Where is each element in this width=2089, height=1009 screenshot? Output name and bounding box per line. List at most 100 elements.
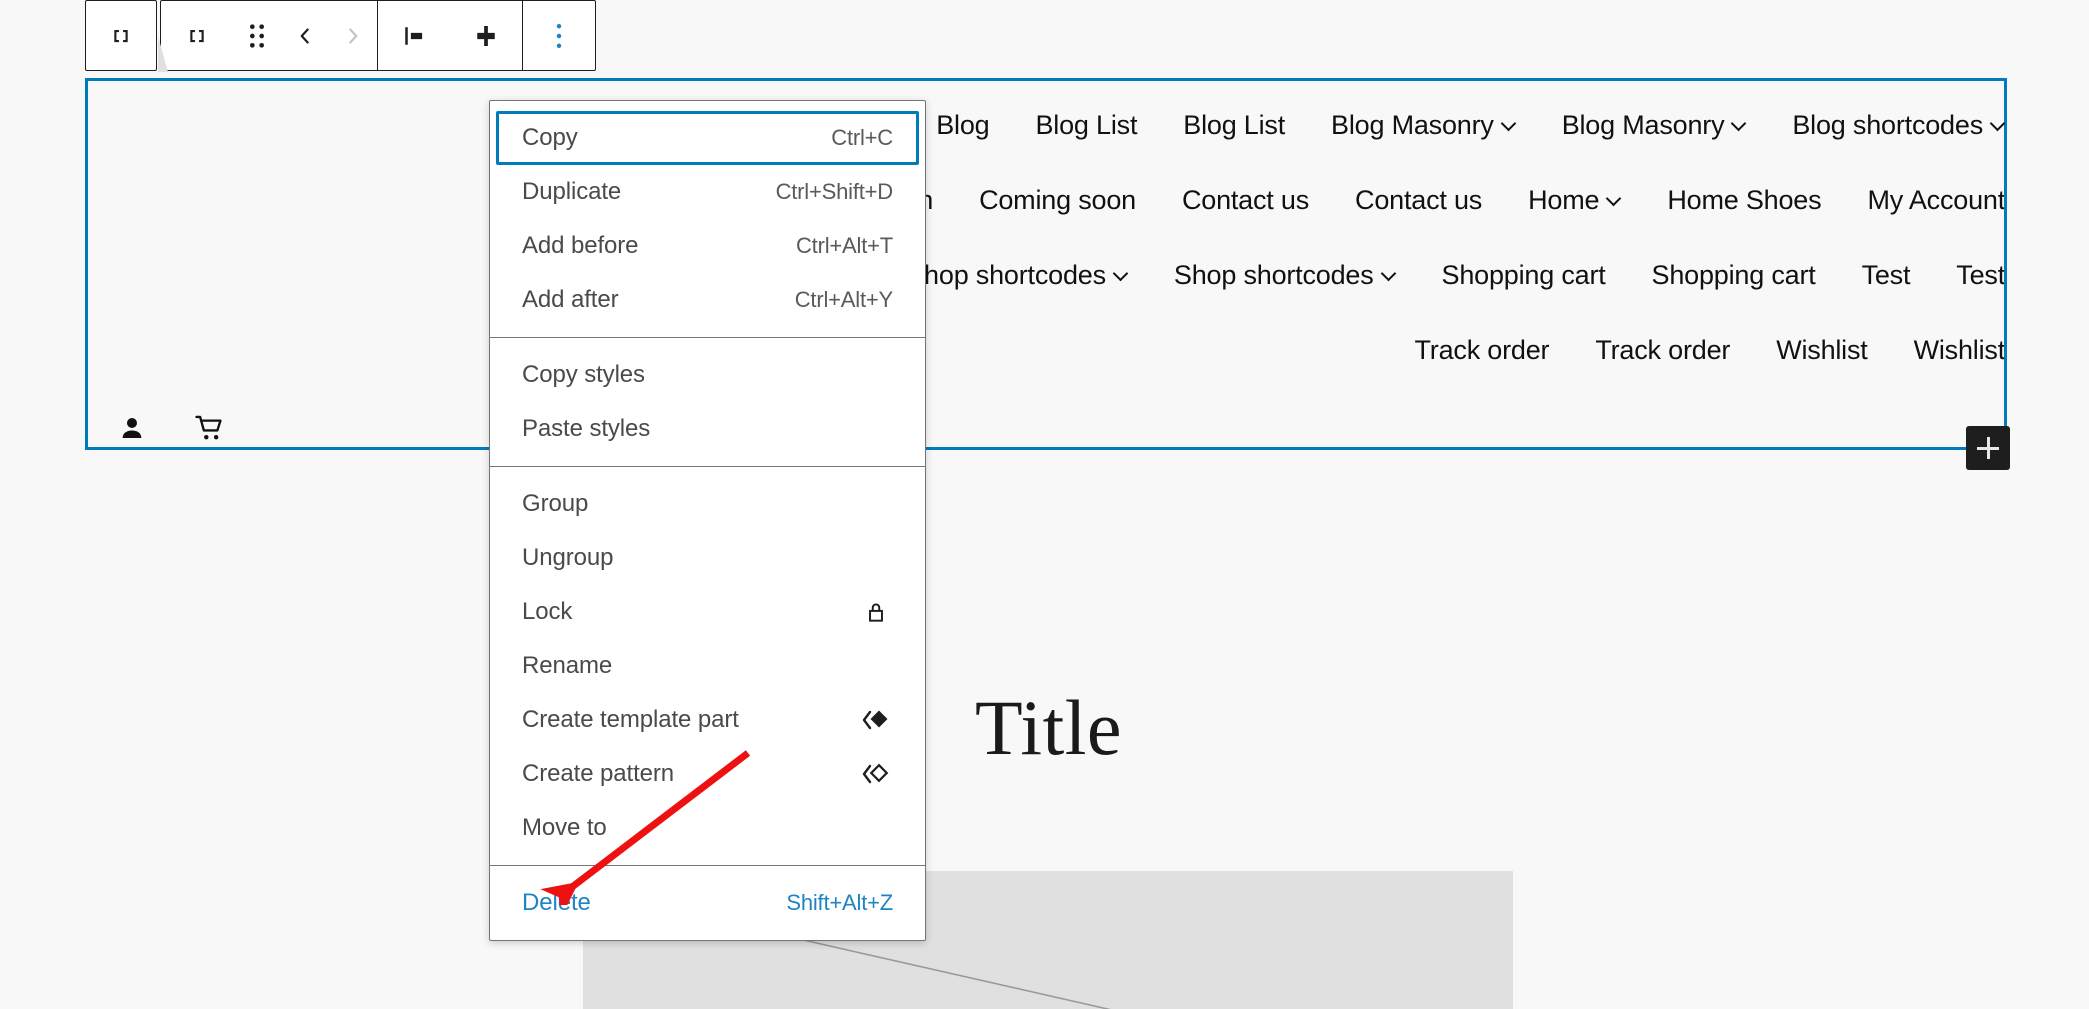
nav-item[interactable]: Track order xyxy=(1415,335,1550,366)
cart-icon[interactable] xyxy=(193,411,227,445)
block-toolbar xyxy=(85,0,596,72)
nav-item[interactable]: Contact us xyxy=(1355,185,1482,216)
nav-item[interactable]: Shopping cart xyxy=(1652,260,1816,291)
menu-item-shortcut: Ctrl+C xyxy=(831,125,893,151)
align-left-icon[interactable] xyxy=(378,1,450,70)
nav-row: Blog shortcodes Coming soon Coming soon … xyxy=(87,163,2005,238)
row-block-icon xyxy=(86,1,156,70)
nav-item[interactable]: Test xyxy=(1862,260,1911,291)
nav-item[interactable]: Shopping cart xyxy=(1442,260,1606,291)
menu-item-label: Duplicate xyxy=(522,178,621,206)
menu-item-add-after[interactable]: Add after Ctrl+Alt+Y xyxy=(496,273,919,327)
chevron-down-icon xyxy=(1382,267,1396,281)
menu-item-copy[interactable]: Copy Ctrl+C xyxy=(496,111,919,165)
menu-section-styles: Copy styles Paste styles xyxy=(490,337,925,466)
nav-item[interactable]: Contact us xyxy=(1182,185,1309,216)
menu-item-label: Move to xyxy=(522,814,607,842)
nav-item-label: Blog List xyxy=(1036,110,1138,141)
menu-item-label: Add after xyxy=(522,286,619,314)
drag-dots-icon[interactable] xyxy=(233,1,281,70)
nav-row: Track order Track order Wishlist Wishlis… xyxy=(87,313,2005,388)
nav-item-label: Coming soon xyxy=(979,185,1136,216)
menu-item-lock[interactable]: Lock xyxy=(496,585,919,639)
nav-item[interactable]: Wishlist xyxy=(1776,335,1867,366)
chevron-down-icon xyxy=(1114,267,1128,281)
nav-item[interactable]: My Account xyxy=(1867,185,2005,216)
menu-item-label: Delete xyxy=(522,889,591,917)
nav-item[interactable]: Home xyxy=(1528,185,1621,216)
nav-item-label: Wishlist xyxy=(1776,335,1867,366)
nav-item[interactable]: Coming soon xyxy=(979,185,1136,216)
chevron-right-icon xyxy=(329,1,377,70)
nav-item-label: Shop shortcodes xyxy=(1174,260,1374,291)
nav-item[interactable]: Blog shortcodes xyxy=(1792,110,2005,141)
menu-section-delete: Delete Shift+Alt+Z xyxy=(490,865,925,940)
nav-item-label: Test xyxy=(1862,260,1911,291)
three-dots-vertical-icon[interactable] xyxy=(523,1,595,70)
menu-item-move-to[interactable]: Move to xyxy=(496,801,919,855)
menu-item-label: Lock xyxy=(522,598,572,626)
nav-item-label: Track order xyxy=(1595,335,1730,366)
block-toolbar-main xyxy=(160,0,596,71)
nav-item[interactable]: Blog xyxy=(936,110,989,141)
editor-canvas: About us About us Blog Blog Blog List Bl… xyxy=(0,0,2089,1009)
menu-section-clipboard: Copy Ctrl+C Duplicate Ctrl+Shift+D Add b… xyxy=(490,101,925,337)
menu-item-label: Paste styles xyxy=(522,415,650,443)
menu-item-label: Create template part xyxy=(522,706,739,734)
nav-item[interactable]: Blog List xyxy=(1036,110,1138,141)
nav-item-label: Blog Masonry xyxy=(1331,110,1494,141)
nav-row: My Account Privacy Policy Shop shortcode… xyxy=(87,238,2005,313)
menu-item-shortcut: Shift+Alt+Z xyxy=(786,890,893,916)
block-type-row-icon[interactable] xyxy=(161,1,233,70)
select-parent-block-button[interactable] xyxy=(85,0,157,71)
menu-item-add-before[interactable]: Add before Ctrl+Alt+T xyxy=(496,219,919,273)
navigation-block[interactable]: About us About us Blog Blog Blog List Bl… xyxy=(87,80,2005,448)
menu-item-group[interactable]: Group xyxy=(496,477,919,531)
menu-item-label: Create pattern xyxy=(522,760,674,788)
menu-item-shortcut: Ctrl+Shift+D xyxy=(776,179,893,205)
chevron-down-icon xyxy=(1991,117,2005,131)
chevron-down-icon xyxy=(1732,117,1746,131)
menu-item-shortcut: Ctrl+Alt+T xyxy=(796,233,893,259)
nav-item[interactable]: Blog Masonry xyxy=(1331,110,1516,141)
menu-item-label: Rename xyxy=(522,652,612,680)
plus-cross-icon[interactable] xyxy=(450,1,522,70)
block-options-menu: Copy Ctrl+C Duplicate Ctrl+Shift+D Add b… xyxy=(489,100,926,941)
menu-item-delete[interactable]: Delete Shift+Alt+Z xyxy=(496,876,919,930)
add-block-button[interactable] xyxy=(1966,426,2010,470)
nav-item-label: Blog List xyxy=(1183,110,1285,141)
account-icon[interactable] xyxy=(115,411,149,445)
menu-item-rename[interactable]: Rename xyxy=(496,639,919,693)
nav-item-label: Wishlist xyxy=(1914,335,2005,366)
nav-item[interactable]: Blog Masonry xyxy=(1562,110,1747,141)
chevron-down-icon xyxy=(1502,117,1516,131)
plus-icon-v xyxy=(1987,437,1990,459)
nav-item[interactable]: Test xyxy=(1956,260,2005,291)
menu-item-create-pattern[interactable]: Create pattern xyxy=(496,747,919,801)
menu-item-label: Group xyxy=(522,490,588,518)
menu-item-paste-styles[interactable]: Paste styles xyxy=(496,402,919,456)
menu-item-ungroup[interactable]: Ungroup xyxy=(496,531,919,585)
nav-item-label: Blog shortcodes xyxy=(1792,110,1983,141)
chevron-left-icon[interactable] xyxy=(281,1,329,70)
menu-item-create-template-part[interactable]: Create template part xyxy=(496,693,919,747)
menu-item-duplicate[interactable]: Duplicate Ctrl+Shift+D xyxy=(496,165,919,219)
pattern-icon xyxy=(859,757,893,791)
page-title[interactable]: Title xyxy=(975,683,1122,773)
nav-item[interactable]: Shop shortcodes xyxy=(1174,260,1396,291)
nav-item[interactable]: Track order xyxy=(1595,335,1730,366)
menu-item-label: Copy styles xyxy=(522,361,645,389)
nav-item[interactable]: Wishlist xyxy=(1914,335,2005,366)
nav-item[interactable]: Blog List xyxy=(1183,110,1285,141)
nav-item-label: Test xyxy=(1956,260,2005,291)
nav-item-label: Track order xyxy=(1415,335,1550,366)
nav-item-label: Shopping cart xyxy=(1442,260,1606,291)
nav-item-label: Home Shoes xyxy=(1667,185,1821,216)
chevron-down-icon xyxy=(1607,192,1621,206)
nav-item-label: My Account xyxy=(1867,185,2005,216)
nav-item[interactable]: Home Shoes xyxy=(1667,185,1821,216)
menu-item-copy-styles[interactable]: Copy styles xyxy=(496,348,919,402)
nav-item-label: Shopping cart xyxy=(1652,260,1816,291)
menu-item-label: Add before xyxy=(522,232,638,260)
nav-item[interactable]: Shop shortcodes xyxy=(906,260,1128,291)
